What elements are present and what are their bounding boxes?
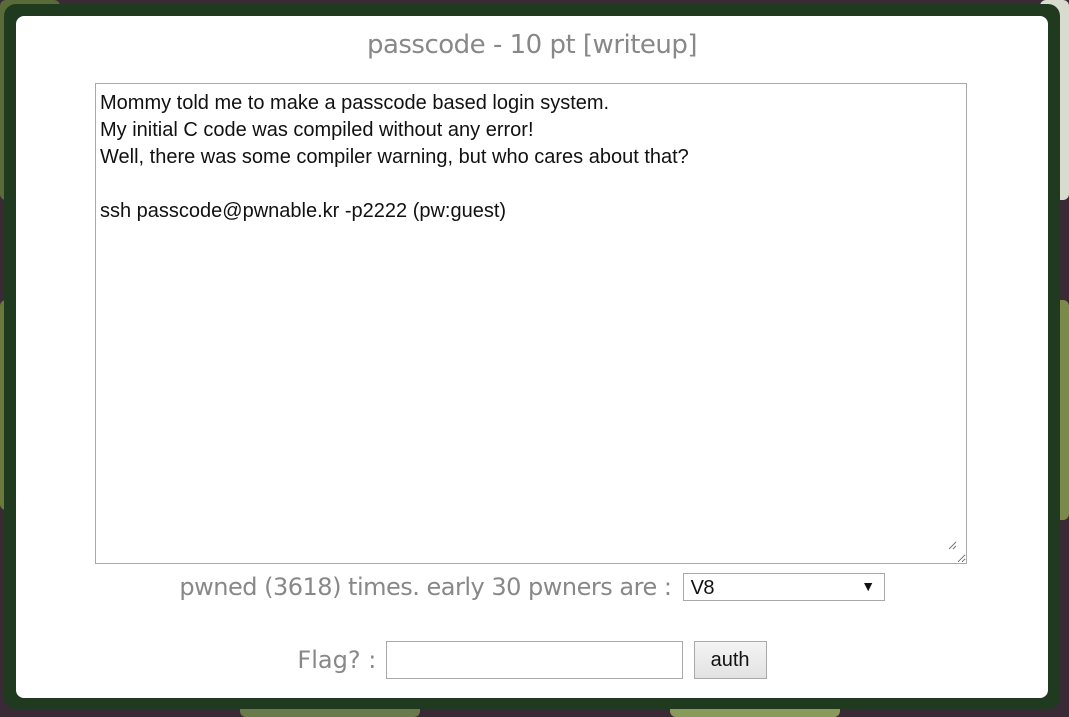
early-pwners-select[interactable]: V8 ▼	[682, 573, 885, 601]
writeup-link[interactable]: [writeup]	[583, 30, 698, 60]
challenge-points: 10 pt	[509, 30, 576, 60]
challenge-title: passcode - 10 pt [writeup]	[16, 30, 1048, 60]
dropdown-arrow-icon: ▼	[861, 578, 875, 594]
auth-button[interactable]: auth	[693, 641, 767, 679]
challenge-name: passcode	[366, 30, 486, 60]
pwned-stats-text: pwned (3618) times. early 30 pwners are …	[179, 573, 672, 601]
challenge-description-textarea[interactable]: Mommy told me to make a passcode based l…	[95, 83, 967, 564]
flag-label: Flag? :	[297, 646, 377, 674]
pwned-stats-row: pwned (3618) times. early 30 pwners are …	[16, 572, 1048, 601]
flag-form: Flag? : auth	[16, 641, 1048, 679]
challenge-modal: passcode - 10 pt [writeup] Mommy told me…	[16, 16, 1048, 698]
resize-grip-icon[interactable]	[948, 541, 957, 550]
early-pwners-selected: V8	[690, 577, 715, 599]
title-separator: -	[492, 30, 502, 60]
flag-input[interactable]	[385, 641, 683, 679]
